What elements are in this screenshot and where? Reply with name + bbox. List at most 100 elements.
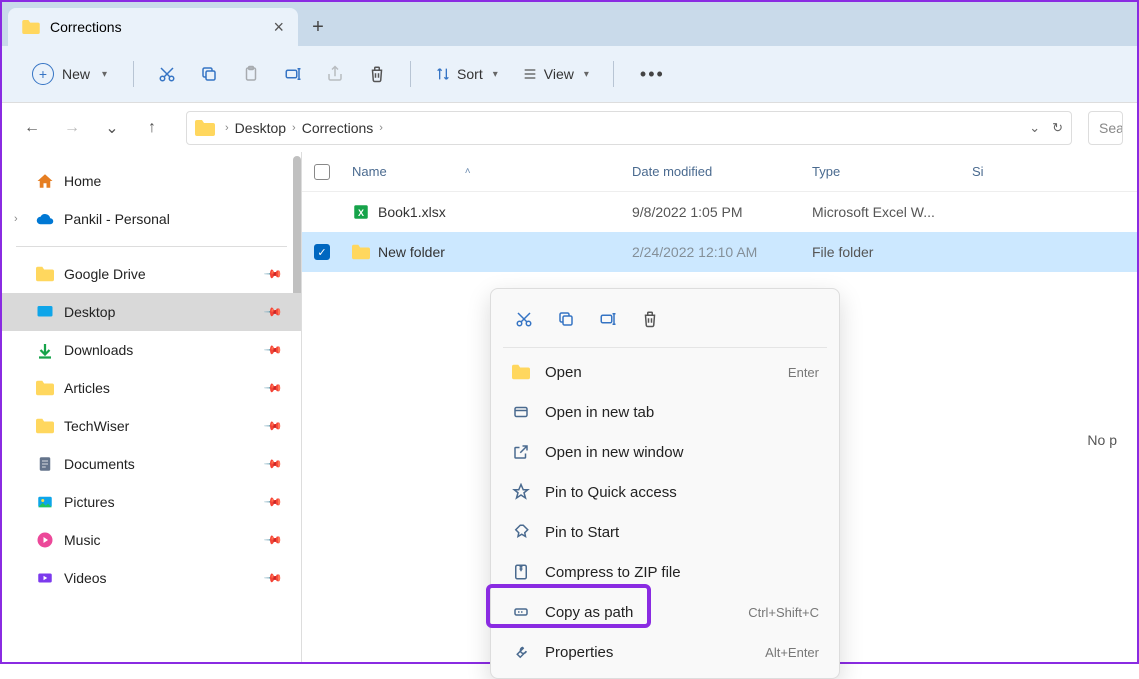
sort-icon <box>435 66 451 82</box>
new-button[interactable]: + New ▾ <box>20 56 119 92</box>
ctx-pin-start[interactable]: Pin to Start <box>497 512 833 552</box>
expand-icon[interactable]: › <box>14 213 18 225</box>
view-label: View <box>544 66 574 82</box>
svg-text:X: X <box>358 208 364 218</box>
folder-icon <box>36 417 54 435</box>
folder-open-icon <box>512 364 530 380</box>
file-name: New folder <box>378 244 445 260</box>
column-date[interactable]: Date modified <box>632 164 812 179</box>
file-row[interactable]: X Book1.xlsx 9/8/2022 1:05 PM Microsoft … <box>302 192 1137 232</box>
back-button[interactable]: ← <box>16 112 48 144</box>
sidebar-item-google-drive[interactable]: Google Drive📌 <box>2 255 301 293</box>
sidebar: Home › Pankil - Personal Google Drive📌 D… <box>2 152 302 662</box>
sidebar-item-music[interactable]: Music📌 <box>2 521 301 559</box>
breadcrumb[interactable]: › Desktop › Corrections › ⌄ ↻ <box>186 111 1072 145</box>
pin-icon: 📌 <box>263 492 283 512</box>
share-button[interactable] <box>316 56 354 92</box>
ctx-rename-button[interactable] <box>589 301 627 337</box>
copy-button[interactable] <box>190 56 228 92</box>
file-type: File folder <box>812 244 972 260</box>
rename-button[interactable] <box>274 56 312 92</box>
folder-icon <box>352 243 370 261</box>
tab-title: Corrections <box>50 19 122 35</box>
path-icon <box>512 603 530 621</box>
excel-icon: X <box>352 203 370 221</box>
file-date: 9/8/2022 1:05 PM <box>632 204 812 220</box>
chevron-down-icon[interactable]: ⌄ <box>1029 120 1040 136</box>
videos-icon <box>36 569 54 587</box>
forward-button[interactable]: → <box>56 112 88 144</box>
ctx-delete-button[interactable] <box>631 301 669 337</box>
sidebar-item-videos[interactable]: Videos📌 <box>2 559 301 597</box>
pin-icon: 📌 <box>263 340 283 360</box>
pin-icon: 📌 <box>263 568 283 588</box>
new-label: New <box>62 66 90 82</box>
cloud-icon <box>36 210 54 228</box>
ctx-copy-button[interactable] <box>547 301 585 337</box>
ctx-properties[interactable]: Properties Alt+Enter <box>497 632 833 672</box>
document-icon <box>36 455 54 473</box>
pin-icon: 📌 <box>263 264 283 284</box>
view-button[interactable]: View ▾ <box>512 66 599 82</box>
pin-icon: 📌 <box>263 302 283 322</box>
tab-icon <box>512 403 530 421</box>
sidebar-item-desktop[interactable]: Desktop📌 <box>2 293 301 331</box>
nav-bar: ← → ⌄ ↑ › Desktop › Corrections › ⌄ ↻ Se… <box>2 102 1137 152</box>
close-tab-icon[interactable]: × <box>273 17 284 38</box>
tab-corrections[interactable]: Corrections × <box>8 8 298 46</box>
cut-button[interactable] <box>148 56 186 92</box>
sidebar-item-pictures[interactable]: Pictures📌 <box>2 483 301 521</box>
view-icon <box>522 66 538 82</box>
row-checkbox[interactable]: ✓ <box>314 244 330 260</box>
search-input[interactable]: Sear <box>1088 111 1123 145</box>
chevron-down-icon: ▾ <box>102 69 107 80</box>
toolbar: + New ▾ Sort ▾ View ▾ ••• <box>2 46 1137 102</box>
desktop-icon <box>36 303 54 321</box>
pin-icon: 📌 <box>263 530 283 550</box>
new-tab-button[interactable]: + <box>298 8 338 46</box>
ctx-cut-button[interactable] <box>505 301 543 337</box>
delete-button[interactable] <box>358 56 396 92</box>
sidebar-item-downloads[interactable]: Downloads📌 <box>2 331 301 369</box>
folder-icon <box>36 379 54 397</box>
paste-button[interactable] <box>232 56 270 92</box>
breadcrumb-part[interactable]: Corrections <box>302 120 374 136</box>
more-button[interactable]: ••• <box>628 64 677 85</box>
ctx-copy-path[interactable]: Copy as path Ctrl+Shift+C <box>497 592 833 632</box>
up-button[interactable]: ↑ <box>136 112 168 144</box>
pictures-icon <box>36 493 54 511</box>
breadcrumb-part[interactable]: Desktop <box>235 120 286 136</box>
select-all-checkbox[interactable] <box>314 164 330 180</box>
ctx-pin-quick[interactable]: Pin to Quick access <box>497 472 833 512</box>
sidebar-item-techwiser[interactable]: TechWiser📌 <box>2 407 301 445</box>
ctx-open-window[interactable]: Open in new window <box>497 432 833 472</box>
column-headers: Name ˄ Date modified Type Si <box>302 152 1137 192</box>
sort-indicator-icon: ˄ <box>465 166 471 177</box>
column-type[interactable]: Type <box>812 164 972 179</box>
sort-button[interactable]: Sort ▾ <box>425 66 508 82</box>
sidebar-item-onedrive[interactable]: › Pankil - Personal <box>2 200 301 238</box>
sidebar-item-articles[interactable]: Articles📌 <box>2 369 301 407</box>
chevron-down-icon: ▾ <box>493 69 498 80</box>
pin-icon: 📌 <box>263 416 283 436</box>
pin-icon: 📌 <box>263 378 283 398</box>
file-date: 2/24/2022 12:10 AM <box>632 244 812 260</box>
folder-icon <box>195 120 215 136</box>
column-size[interactable]: Si <box>972 164 1022 179</box>
file-row[interactable]: ✓ New folder 2/24/2022 12:10 AM File fol… <box>302 232 1137 272</box>
ctx-compress[interactable]: Compress to ZIP file <box>497 552 833 592</box>
recent-button[interactable]: ⌄ <box>96 112 128 144</box>
download-icon <box>36 341 54 359</box>
folder-icon <box>36 265 54 283</box>
music-icon <box>36 531 54 549</box>
context-menu: Open Enter Open in new tab Open in new w… <box>490 288 840 679</box>
refresh-icon[interactable]: ↻ <box>1052 120 1063 136</box>
ctx-open-tab[interactable]: Open in new tab <box>497 392 833 432</box>
pin-icon: 📌 <box>263 454 283 474</box>
home-icon <box>36 172 54 190</box>
folder-icon <box>22 20 40 34</box>
column-name[interactable]: Name <box>352 164 387 179</box>
sidebar-item-documents[interactable]: Documents📌 <box>2 445 301 483</box>
ctx-open[interactable]: Open Enter <box>497 352 833 392</box>
sidebar-item-home[interactable]: Home <box>2 162 301 200</box>
